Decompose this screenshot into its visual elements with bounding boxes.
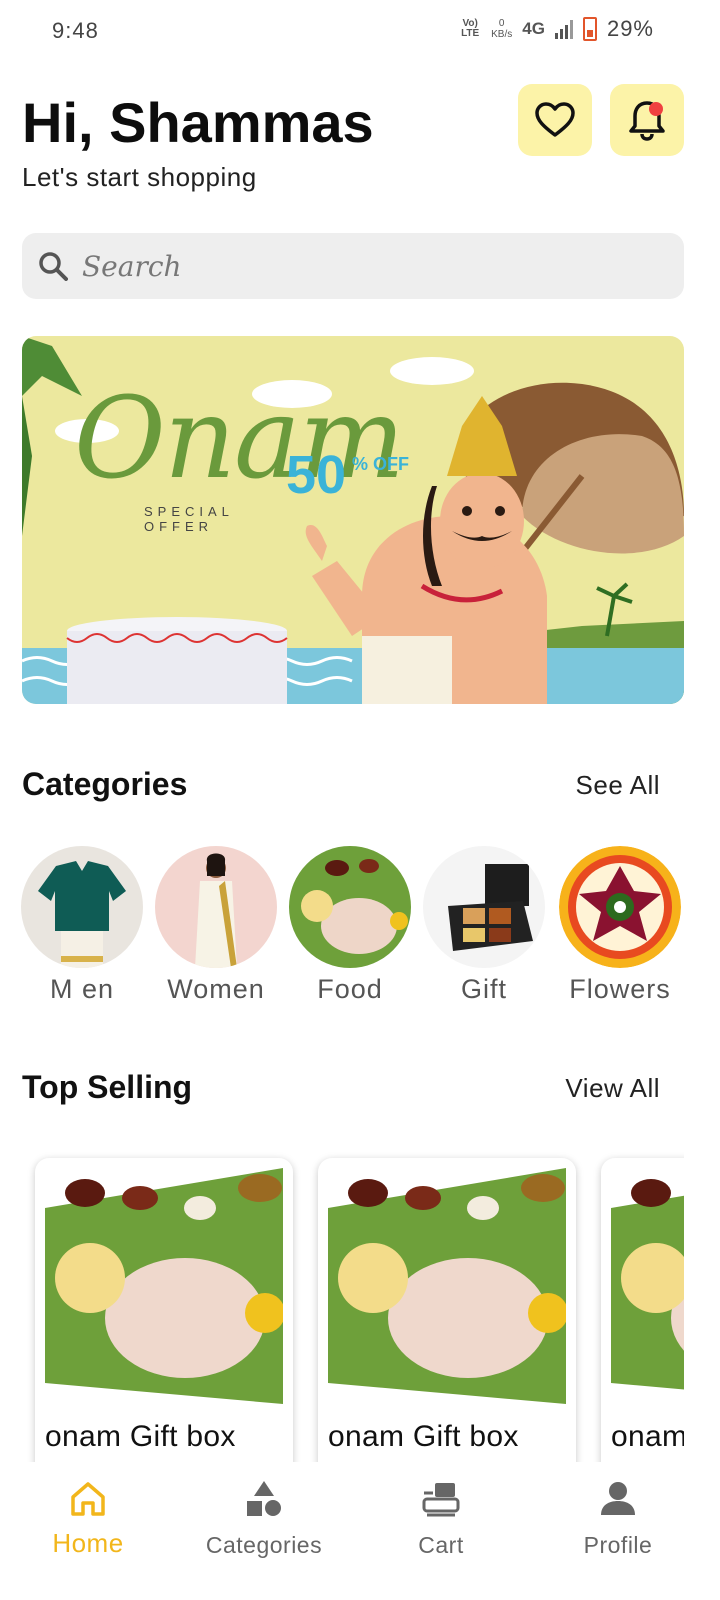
product-image <box>328 1168 566 1404</box>
search-input[interactable] <box>82 249 642 283</box>
categories-icon <box>247 1481 281 1516</box>
profile-icon <box>601 1482 635 1515</box>
greeting-title: Hi, Shammas <box>22 91 374 154</box>
product-name: onam Gift box <box>328 1420 519 1453</box>
category-food-label: Food <box>317 974 383 1004</box>
notification-dot <box>649 102 663 116</box>
status-bar: 9:48 Vo) LTE 0 KB/s 4G 29% <box>0 0 720 62</box>
category-men-label: M en <box>49 974 115 1004</box>
battery-icon <box>582 17 597 41</box>
search-bar[interactable] <box>22 233 684 299</box>
banner-discount: 50 <box>286 445 347 505</box>
category-gift[interactable]: Gift <box>422 846 546 1005</box>
view-all-link[interactable]: View All <box>565 1073 660 1104</box>
category-food[interactable]: Food <box>288 846 412 1005</box>
top-selling-title: Top Selling <box>22 1069 193 1105</box>
bell-icon <box>629 101 665 141</box>
search-icon <box>39 252 68 281</box>
category-gift-label: Gift <box>460 974 507 1004</box>
category-men-image <box>21 846 143 968</box>
data-speed: 0 KB/s <box>491 18 512 40</box>
category-food-image <box>289 846 411 968</box>
bottom-navigation: Home Categories Cart Profile <box>0 1462 720 1600</box>
category-women-label: Women <box>167 974 265 1004</box>
category-men[interactable]: M en <box>20 846 144 1005</box>
nav-home[interactable]: Home <box>8 1476 168 1559</box>
notifications-button[interactable] <box>610 84 684 156</box>
nav-cart-label: Cart <box>418 1532 464 1558</box>
category-gift-image <box>423 846 545 968</box>
cart-icon <box>422 1483 460 1517</box>
categories-title: Categories <box>22 766 188 802</box>
product-image <box>45 1168 283 1404</box>
product-name: onam Gift box <box>611 1420 684 1453</box>
category-flowers-label: Flowers <box>569 974 671 1004</box>
status-indicators: Vo) LTE 0 KB/s 4G 29% <box>459 16 654 42</box>
banner-discount-suffix: % OFF <box>352 454 409 474</box>
favorites-button[interactable] <box>518 84 592 156</box>
product-image <box>611 1168 684 1404</box>
see-all-link[interactable]: See All <box>576 770 660 801</box>
home-icon <box>71 1482 105 1516</box>
battery-percent: 29% <box>606 16 654 41</box>
product-card[interactable]: onam Gift box <box>35 1158 293 1462</box>
category-women-image <box>155 846 277 968</box>
nav-categories[interactable]: Categories <box>184 1476 344 1559</box>
volte-indicator: Vo) LTE <box>461 18 480 39</box>
nav-profile[interactable]: Profile <box>538 1476 698 1559</box>
nav-home-label: Home <box>52 1528 124 1558</box>
nav-categories-label: Categories <box>205 1532 323 1558</box>
category-women[interactable]: Women <box>154 846 278 1005</box>
network-type: 4G <box>522 19 545 38</box>
nav-cart[interactable]: Cart <box>361 1476 521 1559</box>
product-card[interactable]: onam Gift box <box>318 1158 576 1462</box>
banner-special-offer: SPECIAL OFFER <box>144 504 234 534</box>
category-flowers-image <box>559 846 681 968</box>
heart-icon <box>535 102 575 137</box>
product-name: onam Gift box <box>45 1420 236 1453</box>
promo-banner[interactable]: Onam 50 % OFF SPECIAL OFFER <box>22 336 684 704</box>
banner-title: Onam <box>74 374 405 504</box>
greeting-subtitle: Let's start shopping <box>22 162 257 192</box>
data-speed-unit: KB/s <box>491 29 513 40</box>
top-selling-list[interactable]: onam Gift box onam Gift box onam Gift bo… <box>22 1150 684 1462</box>
nav-profile-label: Profile <box>583 1532 653 1558</box>
category-flowers[interactable]: Flowers <box>558 846 682 1005</box>
data-speed-value: 0 <box>498 18 505 29</box>
product-card[interactable]: onam Gift box <box>601 1158 684 1462</box>
status-time: 9:48 <box>52 18 99 43</box>
signal-icon <box>554 19 573 39</box>
